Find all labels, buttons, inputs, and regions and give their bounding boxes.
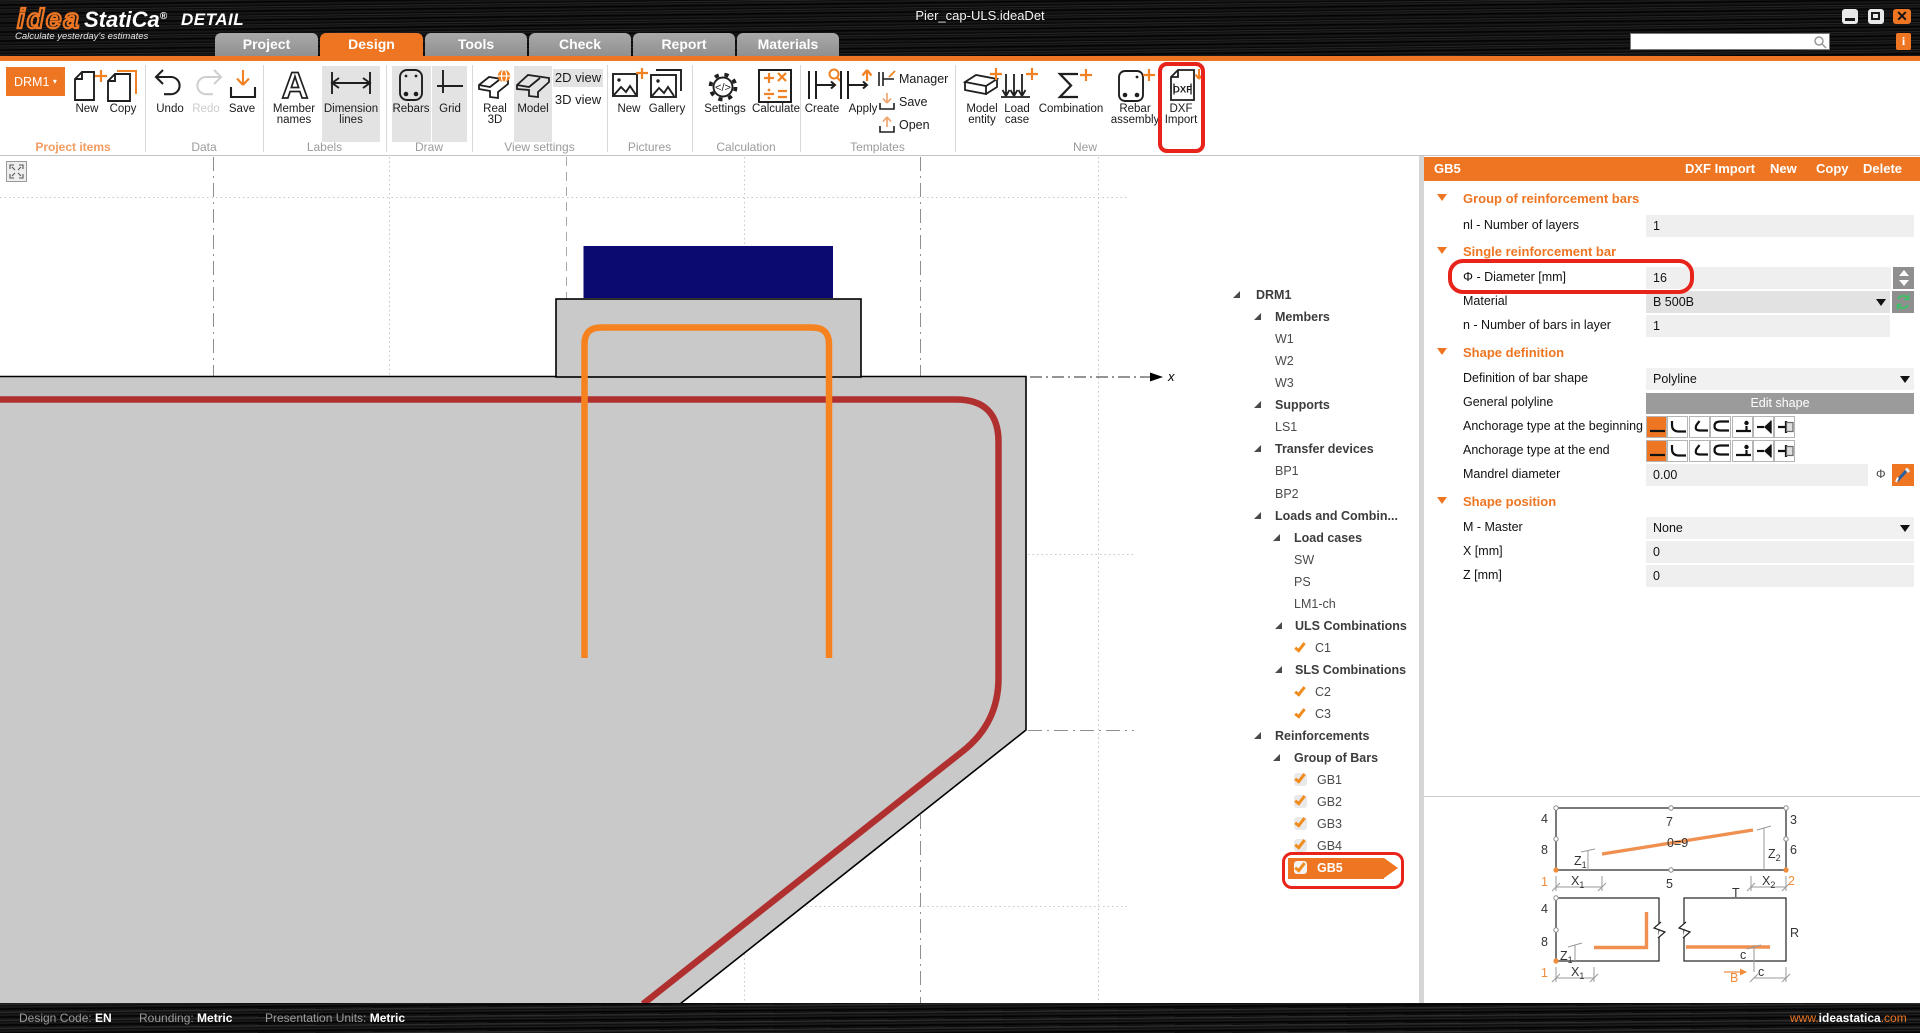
- svg-text:X1: X1: [1571, 965, 1584, 981]
- svg-text:6: 6: [1790, 843, 1797, 857]
- svg-text:8: 8: [1541, 843, 1548, 857]
- svg-text:4: 4: [1541, 812, 1548, 826]
- svg-text:2: 2: [1788, 874, 1795, 888]
- svg-text:T: T: [1732, 886, 1740, 900]
- svg-text:8: 8: [1541, 935, 1548, 949]
- svg-text:c: c: [1740, 948, 1746, 962]
- svg-text:c: c: [1758, 965, 1764, 979]
- svg-text:X2: X2: [1762, 874, 1775, 890]
- svg-text:A: A: [282, 68, 309, 102]
- svg-text:3: 3: [1790, 813, 1797, 827]
- svg-text:R: R: [1790, 926, 1799, 940]
- svg-text:Z1: Z1: [1574, 854, 1587, 870]
- svg-text:0=9: 0=9: [1667, 836, 1688, 850]
- svg-text:</>: </>: [715, 82, 731, 94]
- svg-text:X1: X1: [1571, 874, 1584, 890]
- svg-text:B: B: [1730, 971, 1738, 985]
- svg-text:4: 4: [1541, 902, 1548, 916]
- svg-text:7: 7: [1666, 815, 1673, 829]
- svg-text:x: x: [1167, 369, 1175, 384]
- svg-text:1: 1: [1541, 966, 1548, 980]
- svg-text:Z2: Z2: [1768, 847, 1781, 863]
- svg-text:1: 1: [1541, 875, 1548, 889]
- svg-text:5: 5: [1666, 877, 1673, 891]
- svg-text:Z1: Z1: [1560, 949, 1573, 965]
